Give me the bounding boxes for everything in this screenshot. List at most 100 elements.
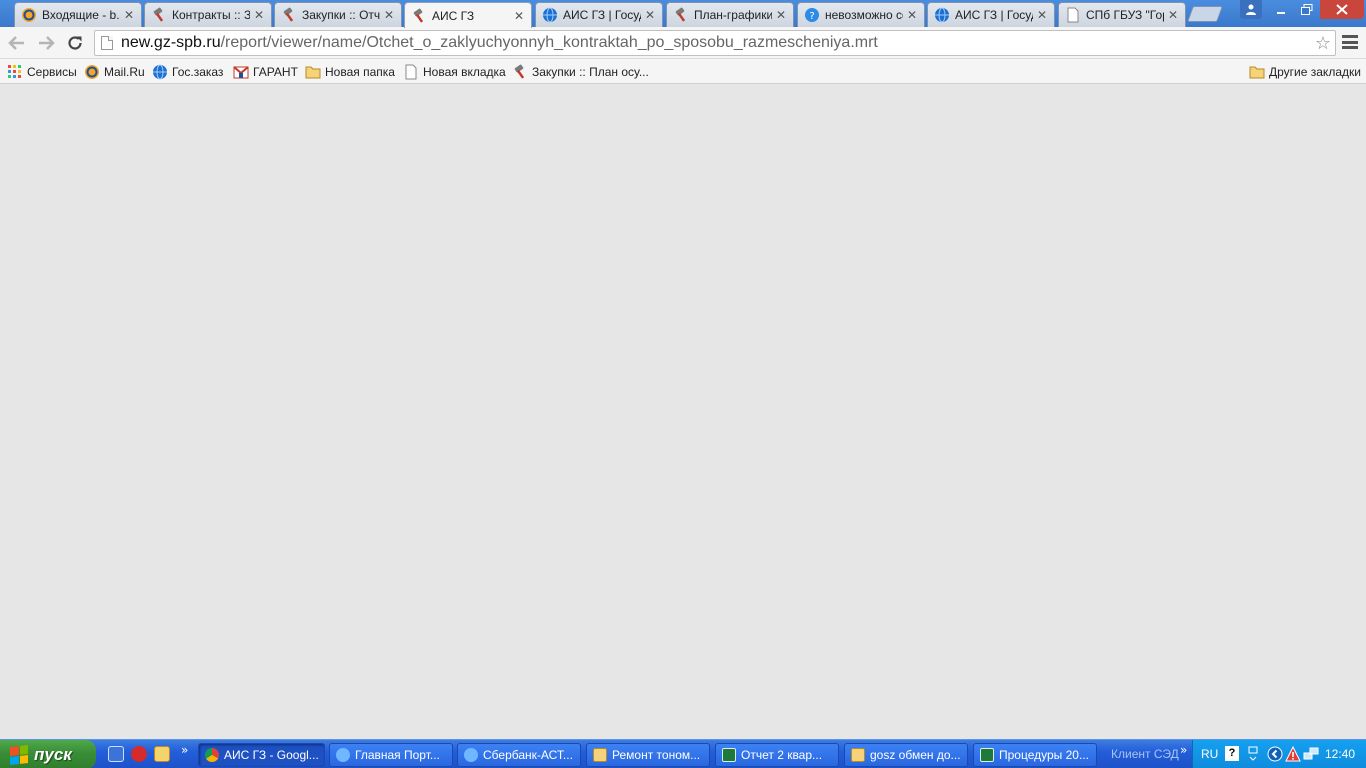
close-icon[interactable]: ✕ xyxy=(775,9,787,21)
bookmark-purchases-plan[interactable]: Закупки :: План осу... xyxy=(512,62,649,81)
bookmark-garant[interactable]: ГАРАНТ xyxy=(233,62,298,81)
restore-button[interactable] xyxy=(1294,0,1320,19)
bookmark-label: Mail.Ru xyxy=(104,64,145,79)
bookmarks-bar: Сервисы Mail.Ru Гос.заказ ГАРАНТ Новая п… xyxy=(0,59,1366,84)
page-icon xyxy=(101,36,113,50)
help-icon[interactable]: ? xyxy=(1225,746,1239,761)
start-button[interactable]: пуск xyxy=(0,740,96,768)
folder-icon xyxy=(593,748,607,762)
start-label: пуск xyxy=(34,744,72,764)
tab-title: АИС ГЗ | Госуд xyxy=(563,8,641,22)
close-icon[interactable]: ✕ xyxy=(906,9,918,21)
user-profile-icon[interactable] xyxy=(1240,0,1262,19)
close-icon[interactable]: ✕ xyxy=(1167,9,1179,21)
tab-inbox[interactable]: Входящие - b.s ✕ xyxy=(14,2,142,27)
url-text: new.gz-spb.ru/report/viewer/name/Otchet_… xyxy=(121,34,878,52)
bookmark-other[interactable]: Другие закладки xyxy=(1249,62,1361,81)
tab-spb-gbuz[interactable]: СПб ГБУЗ "Гори ✕ xyxy=(1058,2,1186,27)
bookmark-goszakaz[interactable]: Гос.заказ xyxy=(152,62,223,81)
tab-purchases-report[interactable]: Закупки :: Отч ✕ xyxy=(274,2,402,27)
explorer-quicklaunch-icon[interactable] xyxy=(108,746,124,762)
tab-title: АИС ГЗ | Госуд xyxy=(955,8,1033,22)
page-content-area xyxy=(0,85,1366,739)
close-icon[interactable]: ✕ xyxy=(1036,9,1048,21)
folder-icon xyxy=(305,64,321,80)
task-label: Главная Порт... xyxy=(355,748,440,762)
svg-text:?: ? xyxy=(809,11,814,22)
bookmark-new-tab[interactable]: Новая вкладка xyxy=(403,62,506,81)
task-report-excel[interactable]: Отчет 2 квар... xyxy=(715,743,839,767)
garant-icon xyxy=(233,64,249,80)
opera-icon[interactable] xyxy=(131,746,147,762)
task-main-portal[interactable]: Главная Порт... xyxy=(329,743,453,767)
bookmark-mailru[interactable]: Mail.Ru xyxy=(84,62,145,81)
tab-title: План-графики xyxy=(694,8,772,22)
globe-icon xyxy=(152,64,168,80)
chrome-menu-icon[interactable] xyxy=(1342,35,1358,49)
tab-title: Входящие - b.s xyxy=(42,8,120,22)
mail-ru-icon xyxy=(84,64,100,80)
network-icon[interactable] xyxy=(1303,746,1319,762)
bookmark-label: Новая папка xyxy=(325,64,395,79)
new-tab-button[interactable] xyxy=(1187,6,1223,22)
task-label: АИС ГЗ - Googl... xyxy=(224,748,319,762)
task-sberbank-ast[interactable]: Сбербанк-АСТ... xyxy=(457,743,581,767)
clock[interactable]: 12:40 xyxy=(1325,747,1355,761)
window-switch-icon[interactable] xyxy=(1245,746,1261,762)
close-icon[interactable]: ✕ xyxy=(513,10,525,22)
bookmark-services[interactable]: Сервисы xyxy=(7,62,77,81)
back-arrow-tray-icon[interactable] xyxy=(1267,746,1283,762)
bookmark-star-icon[interactable]: ☆ xyxy=(1315,33,1331,54)
tab-ais-gz-active[interactable]: АИС ГЗ ✕ xyxy=(404,2,532,28)
tab-plan-schedules[interactable]: План-графики ✕ xyxy=(666,2,794,27)
browser-tab-strip: Входящие - b.s ✕ Контракты :: За ✕ Закуп… xyxy=(0,0,1366,28)
task-gosz-exchange[interactable]: gosz обмен до... xyxy=(844,743,968,767)
minimize-button[interactable] xyxy=(1268,0,1294,19)
language-indicator[interactable]: RU xyxy=(1201,747,1218,761)
toolbar-more-icon[interactable]: » xyxy=(1180,743,1187,757)
gavel-icon xyxy=(151,7,167,23)
bookmark-label: Другие закладки xyxy=(1269,64,1361,79)
task-label: Отчет 2 квар... xyxy=(741,748,823,762)
browser-toolbar: new.gz-spb.ru/report/viewer/name/Otchet_… xyxy=(0,27,1366,59)
bookmark-label: Гос.заказ xyxy=(172,64,224,79)
task-label: Ремонт тоном... xyxy=(612,748,701,762)
close-icon[interactable]: ✕ xyxy=(644,9,656,21)
close-icon[interactable]: ✕ xyxy=(123,9,135,21)
bookmark-label: Сервисы xyxy=(27,64,77,79)
task-procedures-excel[interactable]: Процедуры 20... xyxy=(973,743,1097,767)
forward-button[interactable] xyxy=(34,32,58,54)
back-button[interactable] xyxy=(5,32,29,54)
mail-client-icon[interactable] xyxy=(154,746,170,762)
tab-title: Контракты :: За xyxy=(172,8,250,22)
address-bar[interactable]: new.gz-spb.ru/report/viewer/name/Otchet_… xyxy=(94,30,1336,56)
excel-icon xyxy=(980,748,994,762)
help-globe-icon: ? xyxy=(804,7,820,23)
tab-ais-gz-gos-2[interactable]: АИС ГЗ | Госуд ✕ xyxy=(927,2,1055,27)
gavel-icon xyxy=(281,7,297,23)
excel-icon xyxy=(722,748,736,762)
gavel-icon xyxy=(673,7,689,23)
warning-icon[interactable] xyxy=(1285,745,1301,762)
toolbar-label[interactable]: Клиент СЭД xyxy=(1111,747,1179,761)
globe-icon xyxy=(542,7,558,23)
window-close-button[interactable] xyxy=(1320,0,1364,19)
ie-icon xyxy=(464,748,478,762)
page-icon xyxy=(403,64,419,80)
reload-button[interactable] xyxy=(63,32,87,54)
gavel-icon xyxy=(411,8,427,24)
tab-ais-gz-gos[interactable]: АИС ГЗ | Госуд ✕ xyxy=(535,2,663,27)
close-icon[interactable]: ✕ xyxy=(383,9,395,21)
bookmark-new-folder[interactable]: Новая папка xyxy=(305,62,395,81)
task-label: Сбербанк-АСТ... xyxy=(483,748,573,762)
task-repair-folder[interactable]: Ремонт тоном... xyxy=(586,743,710,767)
close-icon[interactable]: ✕ xyxy=(253,9,265,21)
chrome-icon xyxy=(205,748,219,762)
system-tray: RU ? 12:40 xyxy=(1192,740,1366,768)
tab-contracts[interactable]: Контракты :: За ✕ xyxy=(144,2,272,27)
bookmark-label: ГАРАНТ xyxy=(253,64,298,79)
tab-cannot-form[interactable]: ? невозможно сф ✕ xyxy=(797,2,925,27)
task-chrome[interactable]: АИС ГЗ - Googl... xyxy=(198,743,325,767)
task-label: Процедуры 20... xyxy=(999,748,1089,762)
quicklaunch-more-icon[interactable]: » xyxy=(181,743,188,757)
